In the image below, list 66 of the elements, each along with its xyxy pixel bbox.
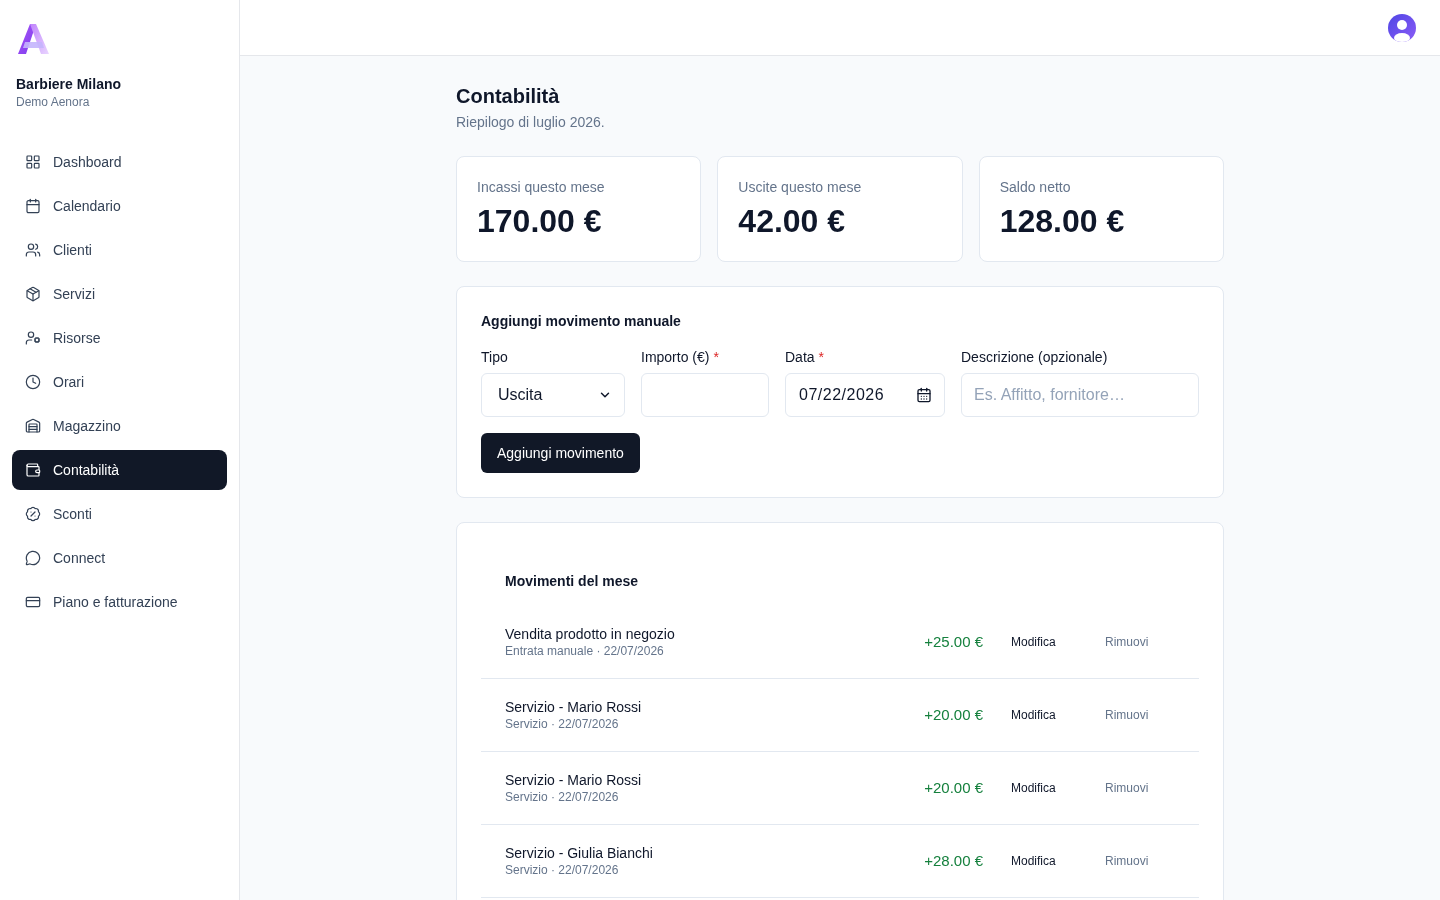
date-input[interactable]: 07/22/2026: [785, 373, 945, 417]
user-gear-icon: [25, 330, 41, 346]
user-avatar-icon[interactable]: [1388, 13, 1416, 42]
logo-icon: [16, 24, 50, 56]
type-select[interactable]: Uscita: [481, 373, 625, 417]
remove-button[interactable]: Rimuovi: [1105, 852, 1175, 870]
wallet-icon: [25, 462, 41, 478]
movement-title: Servizio - Mario Rossi: [505, 771, 643, 788]
edit-button[interactable]: Modifica: [1011, 633, 1081, 651]
users-icon: [25, 242, 41, 258]
page-subtitle: Riepilogo di luglio 2026.: [456, 113, 606, 132]
section-title: Movimenti del mese: [504, 573, 640, 589]
nav-item[interactable]: Piano e fatturazione: [12, 582, 227, 622]
credit-card-icon: [25, 594, 41, 610]
amount-input[interactable]: [641, 373, 769, 417]
movement-amount: +28.00 €: [924, 850, 983, 871]
section-title: Aggiungi movimento manuale: [481, 313, 682, 329]
edit-button[interactable]: Modifica: [1011, 852, 1081, 870]
edit-button[interactable]: Modifica: [1011, 779, 1081, 797]
nav-item[interactable]: Orari: [12, 362, 227, 402]
movement-meta: Servizio · 22/07/2026: [505, 788, 620, 805]
stat-label: Saldo netto: [999, 179, 1072, 195]
add-movement-button[interactable]: Aggiungi movimento: [481, 433, 640, 473]
movement-title: Vendita prodotto in negozio: [505, 625, 676, 642]
grid-icon: [25, 154, 41, 170]
stat-value: 42.00 €: [738, 202, 847, 241]
movement-amount: +20.00 €: [924, 704, 983, 725]
remove-button[interactable]: Rimuovi: [1105, 633, 1175, 651]
calendar-icon: [25, 198, 41, 214]
nav-item[interactable]: Sconti: [12, 494, 227, 534]
movement-meta: Servizio · 22/07/2026: [505, 715, 620, 732]
page-title: Contabilità: [456, 84, 561, 108]
package-icon: [25, 286, 41, 302]
movement-amount: +25.00 €: [924, 631, 983, 652]
nav-item[interactable]: Magazzino: [12, 406, 227, 446]
nav-item[interactable]: Calendario: [12, 186, 227, 226]
description-input[interactable]: Es. Affitto, fornitore…: [961, 373, 1199, 417]
nav-item[interactable]: Connect: [12, 538, 227, 578]
remove-button[interactable]: Rimuovi: [1105, 706, 1175, 724]
edit-button[interactable]: Modifica: [1011, 706, 1081, 724]
chat-bubble-icon: [25, 550, 41, 566]
field-label: Tipo: [481, 349, 509, 365]
brand-name: Barbiere Milano: [16, 76, 123, 92]
nav-item[interactable]: Risorse: [12, 318, 227, 358]
brand-subtitle: Demo Aenora: [16, 94, 91, 110]
movement-title: Servizio - Mario Rossi: [505, 698, 643, 715]
movement-amount: +20.00 €: [924, 777, 983, 798]
stat-label: Incassi questo mese: [477, 179, 606, 195]
movement-meta: Servizio · 22/07/2026: [505, 861, 620, 878]
clock-icon: [25, 374, 41, 390]
field-label: Data *: [785, 349, 826, 365]
stat-value: 170.00 €: [477, 202, 603, 241]
remove-button[interactable]: Rimuovi: [1105, 779, 1175, 797]
movement-meta: Entrata manuale · 22/07/2026: [505, 642, 665, 659]
field-label: Importo (€) *: [641, 349, 720, 365]
nav-item[interactable]: Contabilità: [12, 450, 227, 490]
nav-item[interactable]: Servizi: [12, 274, 227, 314]
calendar-icon: [916, 387, 932, 403]
warehouse-icon: [25, 418, 41, 434]
stat-label: Uscite questo mese: [738, 179, 863, 195]
movement-title: Servizio - Giulia Bianchi: [505, 844, 654, 861]
nav-item[interactable]: Clienti: [12, 230, 227, 270]
stat-value: 128.00 €: [999, 202, 1126, 241]
nav-item[interactable]: Dashboard: [12, 142, 227, 182]
percent-badge-icon: [25, 506, 41, 522]
field-label: Descrizione (opzionale): [961, 349, 1109, 365]
